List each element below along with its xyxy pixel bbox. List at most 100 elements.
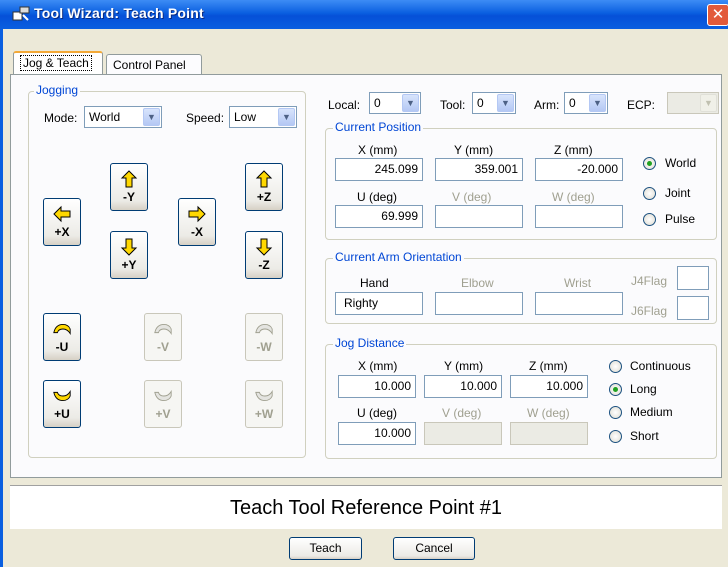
- distance-z-field[interactable]: 10.000: [510, 375, 588, 398]
- medium-radio-label[interactable]: Medium: [630, 405, 673, 419]
- rotate-ccw-icon: [255, 323, 273, 336]
- instruction-banner: Teach Tool Reference Point #1: [10, 485, 722, 529]
- window-frame: [0, 29, 3, 567]
- distance-w-label: W (deg): [527, 406, 570, 420]
- jog-minus-u-button[interactable]: -U: [43, 313, 81, 361]
- position-x-label: X (mm): [358, 143, 398, 157]
- window-title: Tool Wizard: Teach Point: [34, 5, 204, 21]
- position-w-field[interactable]: [535, 205, 623, 228]
- position-u-field[interactable]: 69.999: [335, 205, 423, 228]
- speed-label: Speed:: [186, 111, 225, 125]
- wrist-label: Wrist: [564, 276, 592, 290]
- chevron-down-icon: ▼: [402, 94, 419, 112]
- distance-w-field[interactable]: [510, 422, 588, 445]
- tab-jog-teach[interactable]: Jog & Teach: [13, 51, 103, 75]
- rotate-ccw-icon: [154, 323, 172, 336]
- mode-label: Mode:: [44, 111, 78, 125]
- arm-select[interactable]: 0 ▼: [564, 92, 608, 114]
- world-radio-label[interactable]: World: [665, 156, 696, 170]
- jog-minus-z-button[interactable]: -Z: [245, 231, 283, 279]
- joint-radio[interactable]: [643, 187, 656, 200]
- teach-button[interactable]: Teach: [289, 537, 362, 560]
- arrow-up-icon: [120, 170, 138, 188]
- chevron-down-icon: ▼: [700, 94, 717, 112]
- speed-select[interactable]: Low ▼: [229, 106, 297, 128]
- jog-plus-w-button[interactable]: +W: [245, 380, 283, 428]
- elbow-field[interactable]: [435, 292, 523, 315]
- position-y-field[interactable]: 359.001: [435, 158, 523, 181]
- close-icon[interactable]: ✕: [707, 4, 728, 26]
- j4flag-field[interactable]: [677, 266, 709, 290]
- position-z-label: Z (mm): [554, 143, 593, 157]
- jog-minus-y-button[interactable]: -Y: [110, 163, 148, 211]
- arrow-left-icon: [53, 205, 71, 223]
- j6flag-field[interactable]: [677, 296, 709, 320]
- short-radio[interactable]: [609, 430, 622, 443]
- position-w-label: W (deg): [552, 190, 595, 204]
- rotate-cw-icon: [53, 389, 71, 402]
- distance-y-field[interactable]: 10.000: [424, 375, 502, 398]
- mode-select[interactable]: World ▼: [84, 106, 162, 128]
- rotate-cw-icon: [255, 389, 273, 402]
- jog-minus-x-button[interactable]: -X: [178, 198, 216, 246]
- distance-u-label: U (deg): [357, 406, 398, 420]
- jog-minus-w-button[interactable]: -W: [245, 313, 283, 361]
- jog-distance-legend: Jog Distance: [333, 336, 407, 350]
- arm-orientation-legend: Current Arm Orientation: [333, 250, 464, 264]
- tab-control-panel[interactable]: Control Panel: [106, 54, 202, 74]
- elbow-label: Elbow: [461, 276, 494, 290]
- joint-radio-label[interactable]: Joint: [665, 186, 690, 200]
- local-select[interactable]: 0 ▼: [369, 92, 421, 114]
- cancel-button[interactable]: Cancel: [393, 537, 475, 560]
- arrow-down-icon: [120, 238, 138, 256]
- tool-label: Tool:: [440, 98, 466, 112]
- j4flag-label: J4Flag: [631, 274, 668, 288]
- arrow-up-icon: [255, 170, 273, 188]
- continuous-radio-label[interactable]: Continuous: [630, 359, 691, 373]
- jog-plus-z-button[interactable]: +Z: [245, 163, 283, 211]
- distance-x-label: X (mm): [358, 359, 398, 373]
- distance-u-field[interactable]: 10.000: [338, 422, 416, 445]
- jog-minus-v-button[interactable]: -V: [144, 313, 182, 361]
- rotate-cw-icon: [154, 389, 172, 402]
- ecp-select[interactable]: ▼: [667, 92, 719, 114]
- hand-field[interactable]: Righty: [335, 292, 423, 315]
- position-v-label: V (deg): [452, 190, 492, 204]
- pulse-radio-label[interactable]: Pulse: [665, 212, 695, 226]
- arrow-right-icon: [188, 205, 206, 223]
- long-radio[interactable]: [609, 383, 622, 396]
- jog-plus-x-button[interactable]: +X: [43, 198, 81, 246]
- position-z-field[interactable]: -20.000: [535, 158, 623, 181]
- tool-wizard-icon: [12, 6, 30, 21]
- ecp-label: ECP:: [627, 98, 656, 112]
- pulse-radio[interactable]: [643, 213, 656, 226]
- j6flag-label: J6Flag: [631, 304, 668, 318]
- chevron-down-icon: ▼: [143, 108, 160, 126]
- jog-plus-v-button[interactable]: +V: [144, 380, 182, 428]
- continuous-radio[interactable]: [609, 360, 622, 373]
- wrist-field[interactable]: [535, 292, 623, 315]
- chevron-down-icon: ▼: [497, 94, 514, 112]
- world-radio[interactable]: [643, 157, 656, 170]
- distance-v-label: V (deg): [442, 406, 482, 420]
- chevron-down-icon: ▼: [589, 94, 606, 112]
- short-radio-label[interactable]: Short: [630, 429, 659, 443]
- position-v-field[interactable]: [435, 205, 523, 228]
- position-x-field[interactable]: 245.099: [335, 158, 423, 181]
- distance-z-label: Z (mm): [529, 359, 568, 373]
- local-label: Local:: [328, 98, 361, 112]
- long-radio-label[interactable]: Long: [630, 382, 657, 396]
- tool-select[interactable]: 0 ▼: [472, 92, 516, 114]
- rotate-ccw-icon: [53, 323, 71, 336]
- arm-label: Arm:: [534, 98, 560, 112]
- distance-v-field[interactable]: [424, 422, 502, 445]
- distance-x-field[interactable]: 10.000: [338, 375, 416, 398]
- position-u-label: U (deg): [357, 190, 398, 204]
- distance-y-label: Y (mm): [444, 359, 484, 373]
- jog-plus-u-button[interactable]: +U: [43, 380, 81, 428]
- position-y-label: Y (mm): [454, 143, 494, 157]
- jog-plus-y-button[interactable]: +Y: [110, 231, 148, 279]
- medium-radio[interactable]: [609, 406, 622, 419]
- arrow-down-icon: [255, 238, 273, 256]
- hand-label: Hand: [360, 276, 389, 290]
